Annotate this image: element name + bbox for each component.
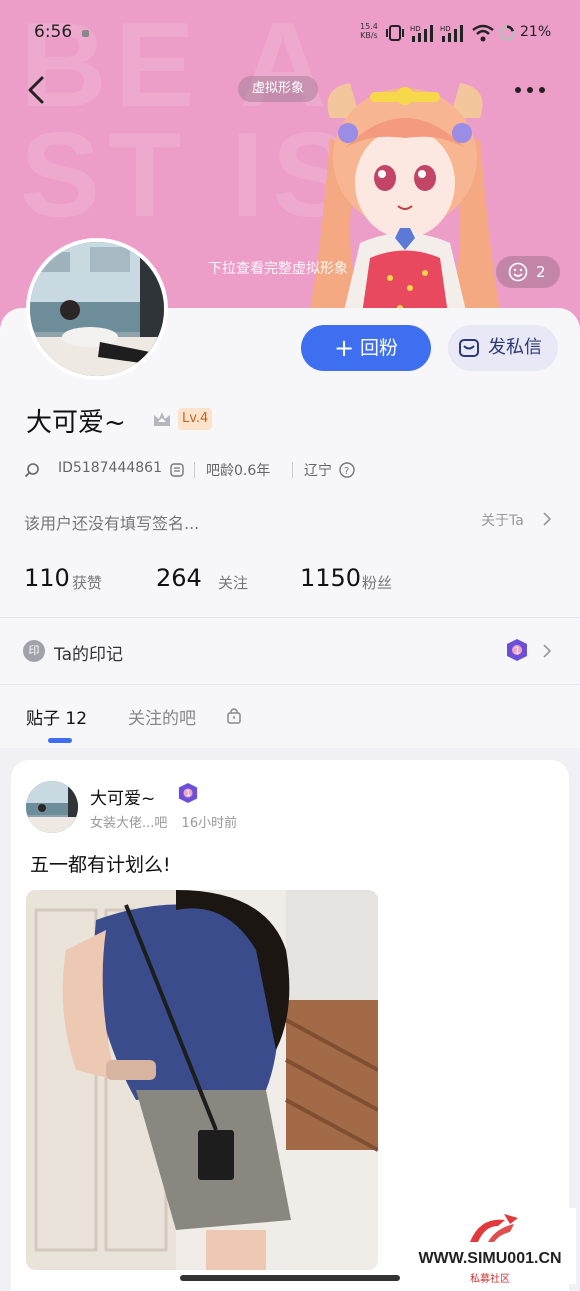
watermark: WWW.SIMU001.CN 私募社区 xyxy=(404,1208,576,1285)
post-photo xyxy=(26,890,378,1270)
battery-ring-icon xyxy=(499,25,515,41)
lock-icon xyxy=(227,708,241,724)
avatar-reaction-badge[interactable]: 2 xyxy=(496,256,560,288)
post-author-name[interactable]: 大可爱~ xyxy=(90,784,155,809)
svg-text:HD: HD xyxy=(440,25,451,33)
vibrate-icon xyxy=(386,25,404,41)
about-link[interactable]: 关于Ta xyxy=(481,510,524,530)
watermark-logo-icon xyxy=(470,1214,518,1242)
chevron-right-icon xyxy=(543,644,552,658)
send-message-label: 发私信 xyxy=(488,337,542,358)
avatar-photo xyxy=(30,242,164,376)
svg-text:?: ? xyxy=(344,466,349,477)
battery-level: 21% xyxy=(520,24,552,40)
profile-name: 大可爱~ xyxy=(26,408,126,438)
clock: 6:56 xyxy=(34,22,73,42)
watermark-subtitle: 私募社区 xyxy=(470,1274,510,1285)
post-text[interactable]: 五一都有计划么! xyxy=(30,850,171,877)
svg-text:1: 1 xyxy=(515,647,521,657)
post-avatar-photo xyxy=(26,781,78,833)
svg-text:HD: HD xyxy=(410,25,421,33)
post-author-avatar[interactable] xyxy=(26,781,78,833)
watermark-url: WWW.SIMU001.CN xyxy=(418,1250,562,1267)
copy-icon[interactable] xyxy=(170,463,184,477)
signal-hd-2-icon: HD xyxy=(440,25,463,42)
post-source-bar[interactable]: 女装大佬...吧 xyxy=(90,816,167,831)
status-bar: 6:56 15.4 KB/s HD HD 21% xyxy=(0,0,580,64)
help-icon[interactable]: ? xyxy=(339,462,355,478)
post-image[interactable] xyxy=(26,890,378,1270)
follow-back-label: 回粉 xyxy=(360,337,399,359)
meta-divider xyxy=(194,462,195,478)
likes-label: 获赞 xyxy=(72,574,103,592)
tab-followed-bars[interactable]: 关注的吧 xyxy=(128,704,196,729)
plus-icon: + xyxy=(333,334,355,362)
user-id: ID5187444861 xyxy=(58,460,162,476)
tab-posts[interactable]: 贴子 12 xyxy=(26,704,87,729)
location: 辽宁 xyxy=(304,463,332,479)
likes-count[interactable]: 110 xyxy=(24,564,70,592)
back-arrow-icon[interactable] xyxy=(22,70,56,110)
smiley-icon xyxy=(508,262,528,282)
rank-badge-icon[interactable]: 1 xyxy=(506,638,528,662)
post-meta: 女装大佬...吧 16小时前 xyxy=(90,812,237,831)
rank-badge-icon: 1 xyxy=(178,783,198,803)
follow-back-button[interactable]: + 回粉 xyxy=(301,325,431,371)
meta-divider xyxy=(292,462,293,478)
virtual-avatar-figure[interactable] xyxy=(300,78,510,328)
message-icon xyxy=(459,339,479,357)
search-icon xyxy=(24,463,39,478)
signal-hd-1-icon: HD xyxy=(410,25,433,42)
following-label: 关注 xyxy=(218,574,249,592)
following-count[interactable]: 264 xyxy=(156,564,202,592)
notification-dot-icon xyxy=(82,30,89,37)
send-message-button[interactable]: 发私信 xyxy=(448,325,558,371)
post-time: 16小时前 xyxy=(181,816,238,831)
svg-text:1: 1 xyxy=(186,788,191,798)
level-badge: Lv.4 xyxy=(178,408,213,430)
home-indicator[interactable] xyxy=(180,1275,400,1281)
wifi-icon xyxy=(472,24,494,42)
signature: 该用户还没有填写签名... xyxy=(24,514,200,533)
seal-icon: 印 xyxy=(23,640,45,662)
crown-icon xyxy=(154,412,170,426)
network-speed: 15.4 KB/s xyxy=(360,22,378,40)
marks-title[interactable]: Ta的印记 xyxy=(54,640,123,665)
fans-label: 粉丝 xyxy=(362,574,393,592)
reaction-count: 2 xyxy=(536,263,546,281)
divider xyxy=(0,617,580,618)
tieba-age: 吧龄0.6年 xyxy=(206,463,271,479)
tab-active-indicator xyxy=(48,738,72,743)
avatar[interactable] xyxy=(26,238,168,380)
divider xyxy=(0,684,580,685)
more-options-icon[interactable] xyxy=(510,80,550,100)
fans-count[interactable]: 1150 xyxy=(300,564,361,592)
pull-down-hint: 下拉查看完整虚拟形象 xyxy=(208,261,348,277)
chevron-right-icon xyxy=(543,512,552,526)
